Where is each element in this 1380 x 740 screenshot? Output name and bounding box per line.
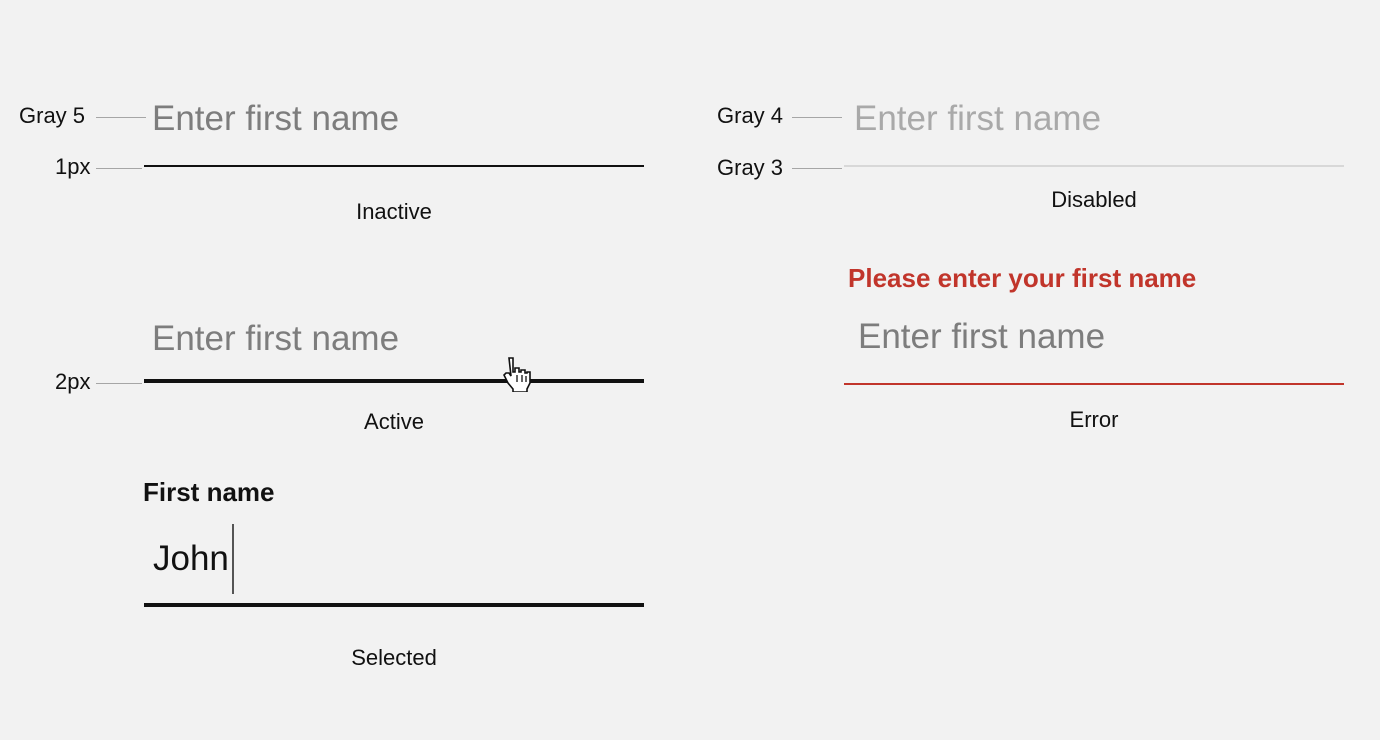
error-caption: Error — [1069, 407, 1119, 432]
text-cursor-caret — [232, 524, 234, 594]
selected-underline — [144, 603, 644, 607]
gray3-leader-line — [792, 168, 842, 169]
error-underline — [844, 383, 1344, 385]
hand-pointer-icon — [500, 354, 534, 393]
gray4-leader-line — [792, 117, 842, 118]
active-first-name-input[interactable] — [152, 319, 632, 359]
inactive-caption: Inactive — [356, 199, 432, 224]
line-1px-annotation: 1px — [55, 154, 91, 179]
line-2px-leader-line — [96, 383, 142, 384]
gray5-leader-line — [96, 117, 146, 118]
active-underline — [144, 379, 644, 383]
inactive-underline — [144, 165, 644, 167]
disabled-first-name-input — [854, 99, 1334, 139]
error-message: Please enter your first name — [848, 263, 1197, 293]
selected-caption: Selected — [351, 645, 437, 670]
gray5-annotation: Gray 5 — [19, 103, 86, 128]
gray4-annotation: Gray 4 — [717, 103, 784, 128]
first-name-label: First name — [143, 477, 275, 507]
line-1px-leader-line — [96, 168, 142, 169]
inactive-first-name-input[interactable] — [152, 99, 632, 139]
gray3-annotation: Gray 3 — [717, 155, 784, 180]
error-first-name-input[interactable] — [858, 317, 1338, 357]
active-caption: Active — [364, 409, 424, 434]
selected-first-name-value[interactable]: John — [153, 539, 229, 579]
disabled-caption: Disabled — [1051, 187, 1137, 212]
disabled-underline — [844, 165, 1344, 167]
line-2px-annotation: 2px — [55, 369, 91, 394]
